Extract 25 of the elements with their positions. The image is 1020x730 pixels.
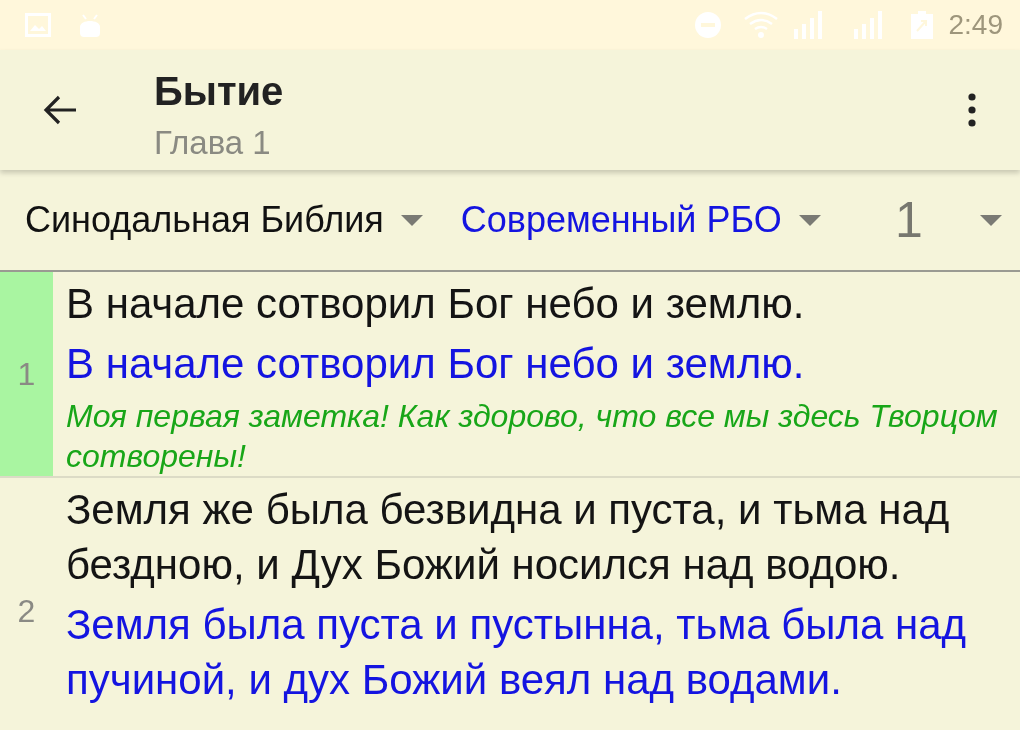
signal-icon [853,11,884,39]
verse-number: 2 [17,592,36,629]
verse-text: Земля же была безвидна и пуста, и тьма над бездною, и Дух Божий носился над водою. [66,485,951,590]
verse-text: В начале сотворил Бог небо и землю. [66,279,806,329]
caret-icon [980,214,1002,226]
back-arrow-icon [43,95,77,125]
battery-icon [910,11,933,39]
do-not-disturb-icon [694,12,721,38]
translation-dropdown[interactable]: Синодальная Библия [25,198,423,242]
verse-note: Моя первая заметка! Как здорово, что все мы здесь Творцом сотворены! [66,397,999,476]
caret-icon [400,214,423,226]
status-time: 2:49 [948,8,1003,42]
verse-translation-text: Земля была пуста и пустынна, тьма была над пучиной, и дух Божий веял над водами. [66,600,968,705]
signal-icon [793,11,824,39]
chapter-subtitle: Глава 1 [154,124,272,162]
translation-dropdown[interactable]: Современный РБО [460,198,821,242]
image-icon [25,13,51,37]
verse-translation-text: В начале сотворил Бог небо и землю. [66,339,806,389]
wifi-icon [742,11,779,39]
caret-icon [798,214,821,226]
more-icon [968,93,976,127]
verse-number: 1 [17,356,36,392]
book-title: Бытие [154,68,284,114]
robot-icon [78,13,102,37]
chapter-dropdown[interactable]: 1 [875,188,1020,252]
